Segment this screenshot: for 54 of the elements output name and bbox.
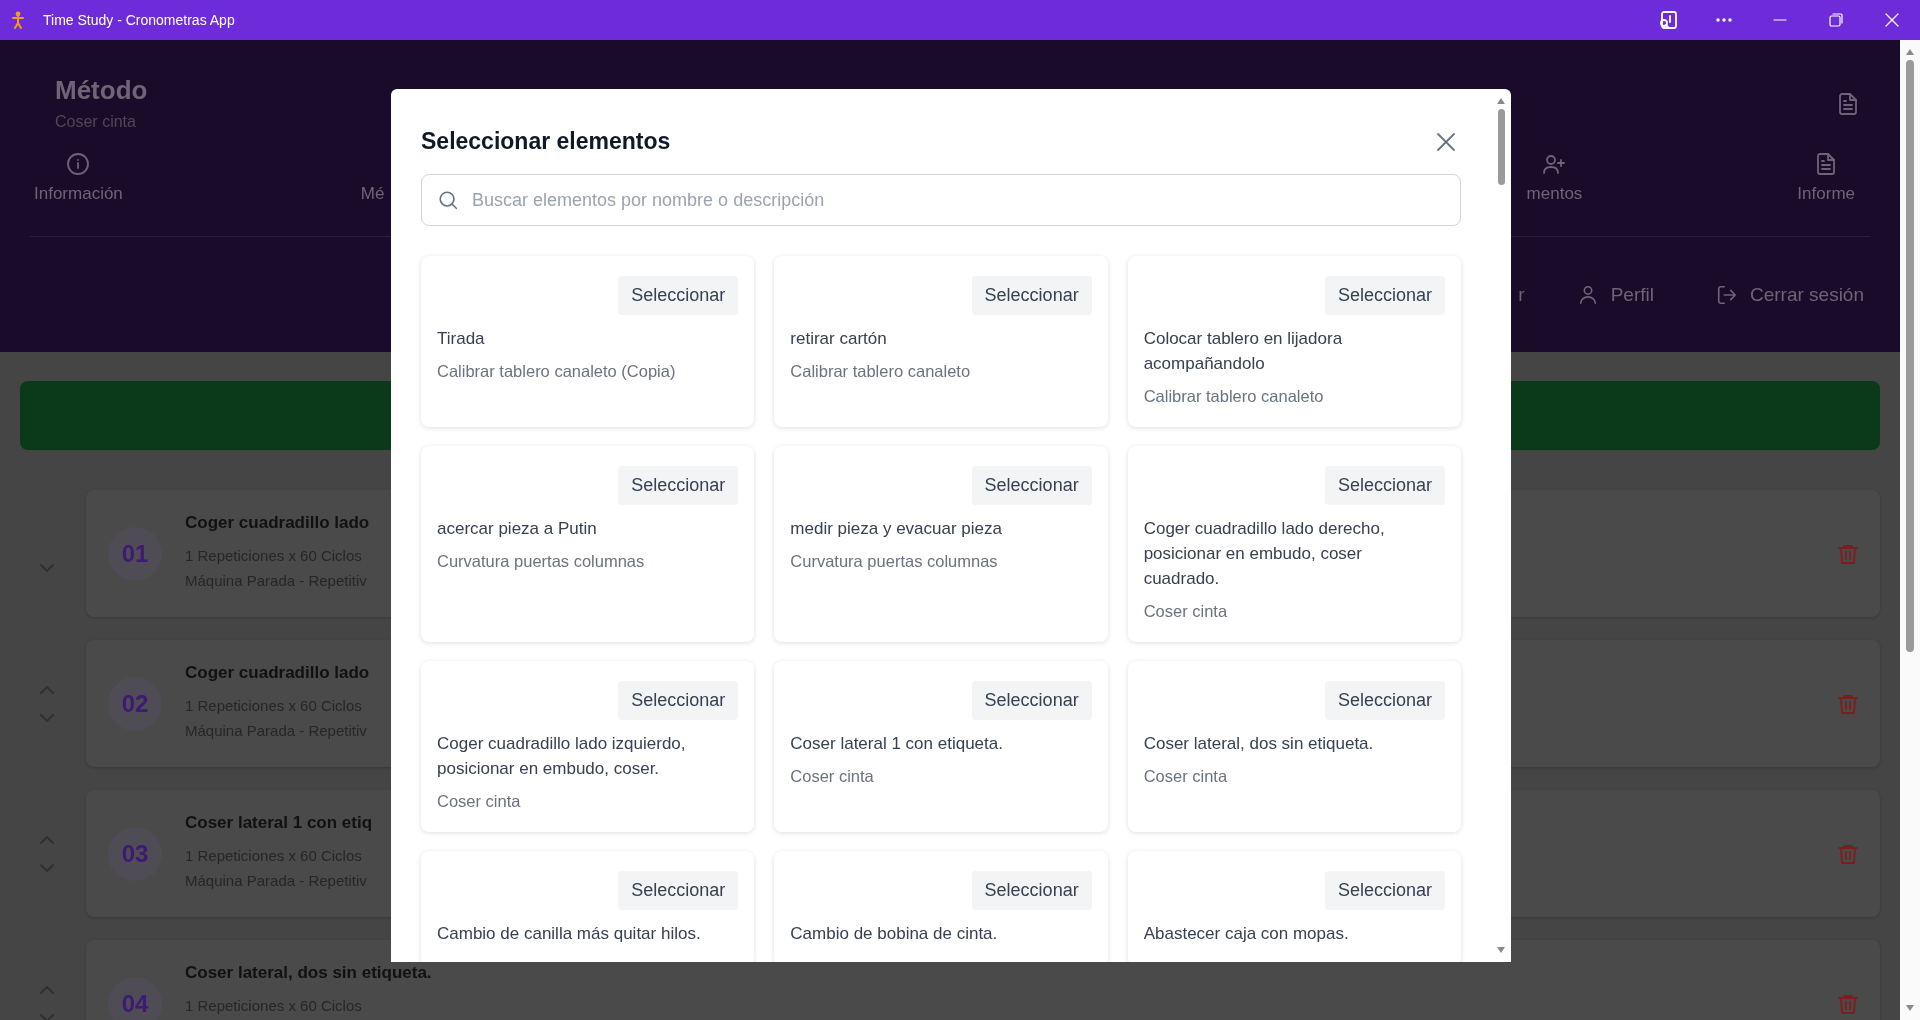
element-name: Cambio de bobina de cinta. — [790, 923, 999, 945]
info-icon[interactable] — [66, 152, 91, 176]
study-name: Coser cinta — [1143, 601, 1229, 622]
select-button[interactable]: Seleccionar — [618, 276, 739, 315]
select-button[interactable]: Seleccionar — [618, 466, 739, 505]
scroll-up-icon[interactable] — [1496, 97, 1506, 105]
method-title: Método — [55, 74, 148, 106]
scroll-down-icon[interactable] — [1496, 946, 1506, 954]
select-button[interactable]: Seleccionar — [971, 466, 1092, 505]
study-name: Calibrar tablero canaleto — [790, 361, 972, 382]
study-name: Coser cinta — [437, 791, 522, 812]
scroll-down-icon[interactable] — [1905, 1004, 1915, 1012]
element-name: acercar pieza a Putin — [437, 518, 598, 540]
user-plus-icon[interactable] — [1542, 152, 1567, 176]
study-name: Curvatura puertas columnas — [437, 551, 646, 572]
element-title: Coger cuadradillo lado — [185, 662, 370, 684]
element-title: Coser lateral 1 con etiq — [185, 812, 373, 834]
study-name: Curvatura puertas columnas — [790, 551, 999, 572]
element-name: retirar cartón — [790, 328, 888, 350]
select-button[interactable]: Seleccionar — [618, 681, 739, 720]
scroll-up-icon[interactable] — [1905, 48, 1915, 56]
select-button[interactable]: Seleccionar — [1324, 871, 1445, 910]
study-name: Coser cinta — [1143, 766, 1229, 787]
element-name: Coger cuadradillo lado izquierdo, posicionar en embudo, coser. — [437, 733, 687, 780]
element-name: Tirada — [437, 328, 486, 350]
select-button[interactable]: Seleccionar — [971, 681, 1092, 720]
scrollbar-thumb[interactable] — [1497, 109, 1505, 185]
select-button[interactable]: Seleccionar — [971, 871, 1092, 910]
dialog-title: Seleccionar elementos — [421, 128, 671, 155]
select-button[interactable]: Seleccionar — [1324, 681, 1445, 720]
window-title: Time Study - Cronometras App — [43, 12, 235, 28]
logout-icon — [1715, 283, 1738, 306]
study-name: Coser cinta — [790, 766, 875, 787]
close-icon[interactable] — [1435, 130, 1457, 153]
select-button[interactable]: Seleccionar — [1324, 276, 1445, 315]
scrollbar-thumb[interactable] — [1906, 60, 1914, 652]
app-logo-icon — [11, 11, 25, 29]
element-name: Coser lateral 1 con etiqueta. — [790, 733, 1004, 755]
element-title: Coger cuadradillo lado — [185, 512, 370, 534]
search-field[interactable]: Buscar elementos por nombre o descripción — [421, 174, 1461, 226]
document-icon[interactable] — [1836, 92, 1860, 116]
study-name: Calibrar tablero canaleto — [1143, 386, 1325, 407]
element-name: Coser lateral, dos sin etiqueta. — [1143, 733, 1375, 755]
study-name: Calibrar tablero canaleto (Copia) — [437, 361, 677, 382]
element-name: Coger cuadradillo lado derecho, posicionar en embudo, coser cuadrado. — [1143, 518, 1386, 590]
element-name: medir pieza y evacuar pieza — [790, 518, 1003, 540]
element-name: Colocar tablero en lijadora acompañandolo — [1143, 328, 1344, 375]
element-name: Abastecer caja con mopas. — [1143, 923, 1350, 945]
method-subtitle: Coser cinta — [55, 112, 137, 132]
element-title: Coser lateral, dos sin etiqueta. — [185, 962, 432, 984]
select-button[interactable]: Seleccionar — [1324, 466, 1445, 505]
element-name: Cambio de canilla más quitar hilos. — [437, 923, 702, 945]
select-button[interactable]: Seleccionar — [971, 276, 1092, 315]
select-button[interactable]: Seleccionar — [618, 871, 739, 910]
